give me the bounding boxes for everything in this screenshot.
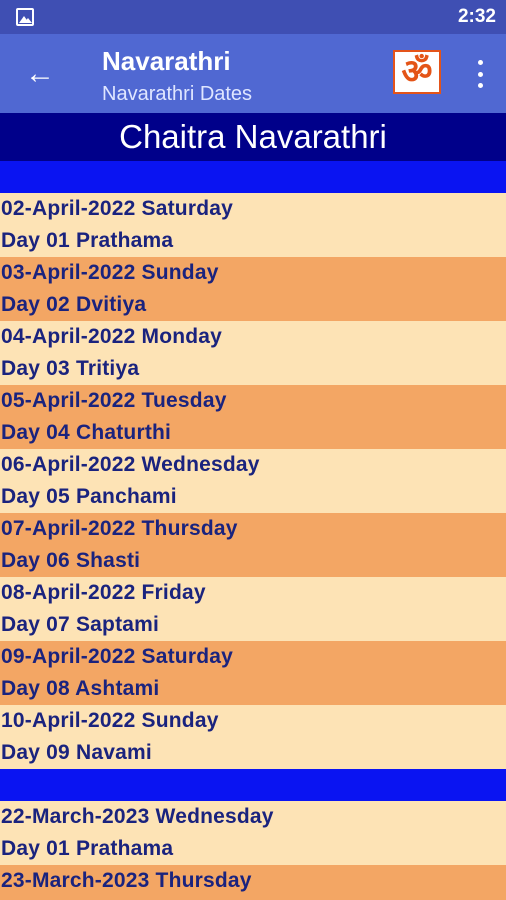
app-title: Navarathri [102,46,231,76]
navarathri-dates-list[interactable]: 02-April-2022 Saturday Day 01 Prathama 03-… [0,161,506,900]
back-arrow-icon[interactable]: ← [22,56,58,92]
date-label: 22-March-2023 Wednesday [1,805,274,828]
group-separator [0,161,506,193]
app-bar: ← Navarathri Navarathri Dates ॐ [0,34,506,113]
day-label: Day 02 Dvitiya [1,293,147,316]
app-subtitle: Navarathri Dates [102,83,253,105]
list-item[interactable]: 08-April-2022 Friday Day 07 Saptami [0,577,506,641]
list-item[interactable]: 05-April-2022 Tuesday Day 04 Chaturthi [0,385,506,449]
day-label: Day 04 Chaturthi [1,421,172,444]
day-label: Day 03 Tritiya [1,357,140,380]
date-label: 09-April-2022 Saturday [1,645,233,668]
date-label: 07-April-2022 Thursday [1,517,238,540]
list-item[interactable]: 10-April-2022 Sunday Day 09 Navami [0,705,506,769]
day-label: Day 01 Prathama [1,837,174,860]
list-item[interactable]: 09-April-2022 Saturday Day 08 Ashtami [0,641,506,705]
day-label: Day 05 Panchami [1,485,177,508]
date-label: 03-April-2022 Sunday [1,261,219,284]
list-item[interactable]: 03-April-2022 Sunday Day 02 Dvitiya [0,257,506,321]
page-heading: Chaitra Navarathri [0,113,506,161]
list-item[interactable]: 04-April-2022 Monday Day 03 Tritiya [0,321,506,385]
image-notification-icon [16,8,34,26]
day-label: Day 01 Prathama [1,229,174,252]
date-label: 10-April-2022 Sunday [1,709,219,732]
list-item[interactable]: 06-April-2022 Wednesday Day 05 Panchami [0,449,506,513]
date-label: 05-April-2022 Tuesday [1,389,227,412]
day-label: Day 09 Navami [1,741,152,764]
group-separator [0,769,506,801]
date-label: 06-April-2022 Wednesday [1,453,260,476]
list-item[interactable]: 02-April-2022 Saturday Day 01 Prathama [0,193,506,257]
status-bar: 2:32 [0,0,506,34]
overflow-menu-icon[interactable] [474,60,486,88]
day-label: Day 08 Ashtami [1,677,160,700]
date-label: 04-April-2022 Monday [1,325,223,348]
list-item[interactable]: 22-March-2023 Wednesday Day 01 Prathama [0,801,506,865]
list-item[interactable]: 07-April-2022 Thursday Day 06 Shasti [0,513,506,577]
list-item[interactable]: 23-March-2023 Thursday [0,865,506,900]
date-label: 02-April-2022 Saturday [1,197,233,220]
day-label: Day 07 Saptami [1,613,160,636]
date-label: 23-March-2023 Thursday [1,869,252,892]
date-label: 08-April-2022 Friday [1,581,206,604]
status-time: 2:32 [457,6,496,27]
om-icon[interactable]: ॐ [393,50,441,94]
day-label: Day 06 Shasti [1,549,141,572]
